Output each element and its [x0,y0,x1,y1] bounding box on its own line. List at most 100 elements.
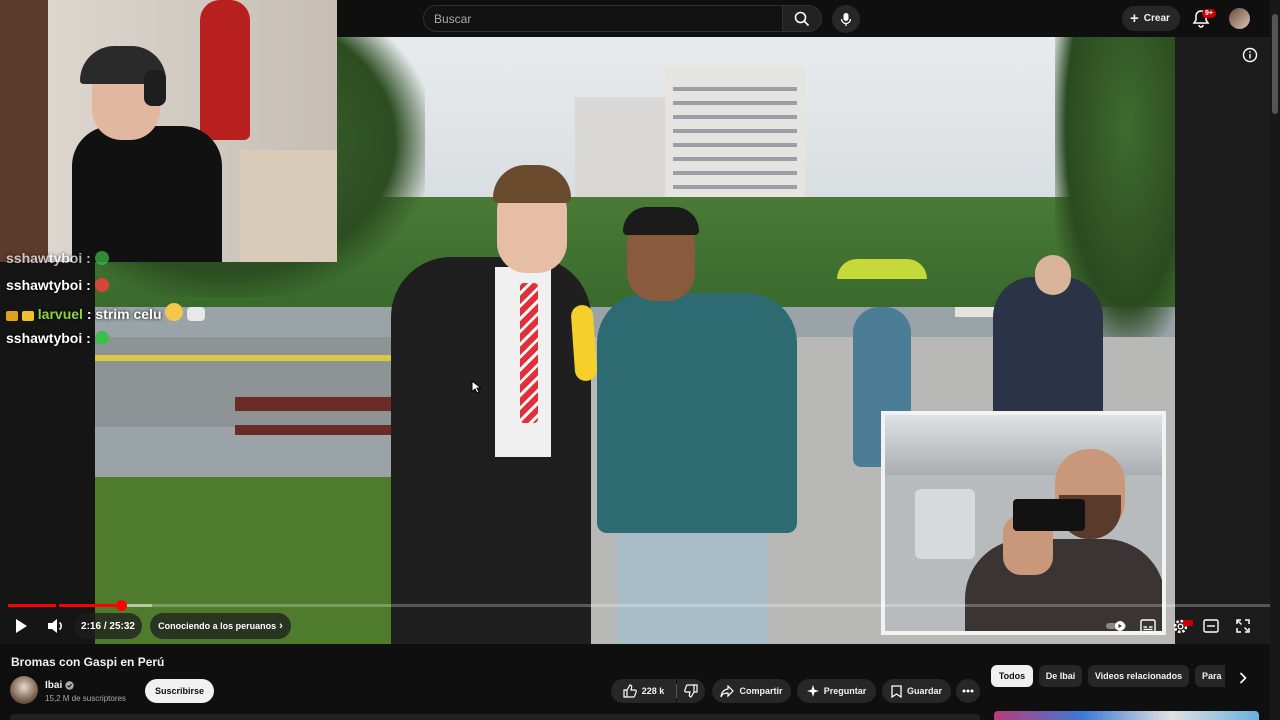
chip-for-you[interactable]: Para [1195,665,1225,687]
chapter-divider [56,604,59,607]
channel-name-link[interactable]: Ibai [45,680,74,691]
search-box[interactable] [423,5,783,32]
progress-scrubber[interactable] [116,600,127,611]
youtube-watch-page: sshawtyboi : sshawtyboi : larvuel : stri… [0,0,1280,720]
mouse-cursor-icon [471,380,481,394]
chips-next-button[interactable] [1232,667,1254,689]
account-avatar[interactable] [1229,8,1250,29]
channel-name: Ibai [45,680,63,691]
crown-badge-icon [21,311,34,321]
notifications-badge: 9+ [1202,9,1216,18]
save-button[interactable]: Guardar [882,679,951,703]
volume-button[interactable] [44,615,68,637]
chat-username: sshawtyboi : [6,330,91,346]
search-input[interactable] [434,11,782,26]
fullscreen-button[interactable] [1234,617,1252,635]
subtitles-button[interactable] [1138,617,1158,635]
video-title: Bromas con Gaspi en Perú [11,655,165,669]
chat-message: : strim celu [86,306,162,322]
search-button[interactable] [782,5,822,32]
dislike-button[interactable] [677,679,705,703]
chat-line: sshawtyboi : [6,330,109,346]
chip-all[interactable]: Todos [991,665,1033,687]
verified-badge-icon [65,681,74,690]
progress-played [8,604,122,607]
chat-line: sshawtyboi : [6,250,109,266]
video-scene-banana [570,304,598,382]
headset-icon [144,70,166,106]
chat-emote-icon [94,251,109,265]
video-scene-hair [623,207,699,235]
related-video-thumbnail[interactable] [994,711,1259,720]
reaction-webcam [881,411,1166,635]
chat-username: larvuel [37,306,83,322]
video-scene-umbrella [837,259,927,279]
subscribe-button[interactable]: Suscribirse [145,679,214,703]
stream-background-right [1175,37,1270,644]
chat-emote-icon [94,331,109,345]
theater-mode-icon [1203,619,1219,633]
ask-button[interactable]: Preguntar [797,679,876,703]
autoplay-toggle-icon [1106,621,1126,631]
create-label: Crear [1143,13,1170,24]
video-scene-bench [235,425,395,435]
page-scrollbar-thumb[interactable] [1272,14,1278,114]
video-scene-pedestrian-head [1035,255,1071,295]
progress-track[interactable] [8,604,1272,607]
subscriber-count: 15,2 M de suscriptores [45,694,126,703]
ask-label: Preguntar [823,686,867,696]
channel-avatar[interactable] [10,676,38,704]
like-count: 228 k [641,686,665,696]
time-display: 2:16 / 25:32 [74,613,142,639]
info-icon[interactable] [1241,46,1259,64]
sparkle-icon [806,685,819,697]
subtitles-icon [1140,619,1156,633]
settings-button[interactable] [1170,616,1190,636]
chat-emote-icon [187,307,206,321]
create-button[interactable]: + Crear [1122,6,1180,31]
video-scene-bench [235,397,395,411]
microphone-icon [840,12,852,26]
chevron-right-icon [1239,672,1247,684]
like-button[interactable]: 228 k [611,679,676,703]
video-scene-man-in-suit [391,257,591,644]
fullscreen-icon [1236,619,1250,633]
video-scene-pedestrian [993,277,1103,417]
video-scene-man-teal-shirt [597,293,797,533]
phone-icon [1013,499,1085,531]
play-icon [16,619,27,633]
chat-line: sshawtyboi : [6,277,109,293]
video-scene-jeans [617,517,767,644]
autoplay-toggle[interactable] [1105,617,1129,635]
hd-badge-icon [1183,620,1193,626]
more-horizontal-icon [962,689,974,693]
streamer-webcam [0,0,337,262]
stream-chat-overlay: sshawtyboi : sshawtyboi : larvuel : stri… [0,250,206,350]
voice-search-button[interactable] [832,5,860,33]
chat-emote-icon [94,278,109,292]
streamer-webcam-top [0,0,337,37]
chapter-button[interactable]: Conociendo a los peruanos › [150,613,291,639]
volume-icon [48,619,62,633]
thumbs-up-icon [623,684,637,698]
more-actions-button[interactable] [956,679,980,703]
chip-from-ibai[interactable]: De Ibai [1039,665,1082,687]
description-box-edge [10,714,980,720]
bookmark-icon [891,684,902,698]
chat-line: larvuel : strim celu [6,303,206,322]
plus-icon: + [1130,10,1139,27]
chevron-right-icon: › [279,620,283,632]
play-button[interactable] [10,615,32,637]
share-label: Compartir [739,686,783,696]
save-label: Guardar [906,686,942,696]
share-icon [720,684,735,697]
chip-related-videos[interactable]: Videos relacionados [1088,665,1189,687]
video-scene-tie [520,283,538,423]
share-button[interactable]: Compartir [712,679,791,703]
chat-badge-icon [6,311,18,321]
thumbs-down-icon [684,684,698,698]
chat-username: sshawtyboi : [6,250,91,266]
theater-mode-button[interactable] [1201,617,1221,635]
chapter-label: Conociendo a los peruanos [158,621,277,631]
search-icon [794,11,810,26]
